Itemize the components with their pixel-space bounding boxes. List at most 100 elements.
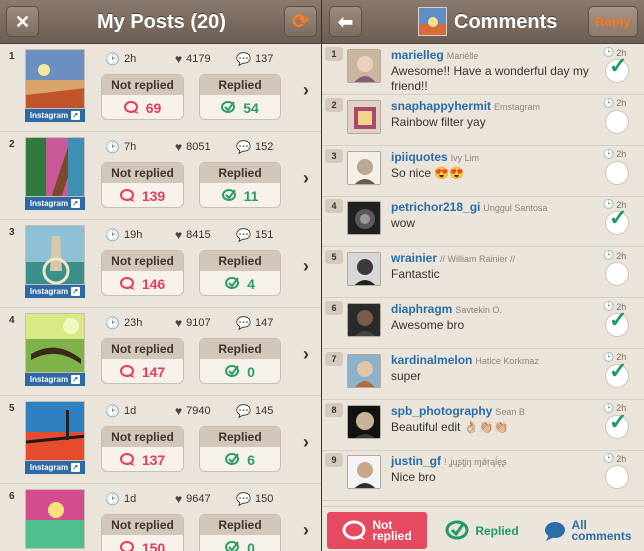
replied-label: Replied (200, 251, 280, 271)
chevron-right-icon[interactable]: › (303, 256, 309, 277)
comment-row[interactable]: 3 ipiiquotes Ivy Lim So nice 😍😍 🕑 2h (322, 146, 644, 197)
not-replied-card[interactable]: Not replied 137 (101, 426, 184, 472)
chevron-right-icon[interactable]: › (303, 520, 309, 541)
comment-username[interactable]: justin_gf! ʝųʂţįŋ ɱǿŗąĺęʂ (391, 454, 507, 468)
post-row[interactable]: 1 Instagram ➚ 🕑 2h ♥ 4179 💬 137 Not replied … (0, 44, 322, 132)
comment-username[interactable]: snaphappyhermit Emstagram (391, 99, 540, 113)
not-replied-card[interactable]: Not replied 69 (101, 74, 184, 120)
instagram-badge[interactable]: Instagram ➚ (25, 285, 85, 298)
reply-status-toggle[interactable]: ✓ (605, 205, 629, 236)
reply-status-toggle[interactable] (605, 160, 629, 185)
comment-username[interactable]: petrichor218_gi Unggul Santosa (391, 200, 547, 214)
username-text: kardinalmelon (391, 352, 473, 367)
comment-username[interactable]: ipiiquotes Ivy Lim (391, 150, 479, 164)
comment-row[interactable]: 1 marielleg Mariëlle Awesome!! Have a won… (322, 45, 644, 95)
post-thumbnail[interactable] (25, 49, 85, 109)
check-bubble-icon (221, 189, 236, 201)
tab-all-comments[interactable]: All comments (540, 512, 635, 549)
avatar[interactable] (347, 404, 381, 439)
reply-status-toggle[interactable]: ✓ (605, 307, 629, 337)
avatar[interactable] (347, 150, 381, 185)
avatar[interactable] (347, 455, 381, 490)
reply-status-toggle[interactable]: ✓ (605, 409, 629, 439)
back-button[interactable]: ⬅ (329, 6, 362, 37)
chevron-right-icon[interactable]: › (303, 344, 309, 365)
check-bubble-icon (221, 101, 236, 113)
post-thumbnail[interactable] (25, 225, 85, 285)
post-age: 🕑 2h (105, 53, 136, 65)
comment-row[interactable]: 9 justin_gf! ʝųʂţįŋ ɱǿŗąĺęʂ Nice bro 🕑 2h (322, 451, 644, 502)
username-text: snaphappyhermit (391, 98, 492, 113)
not-replied-label: Not replied (102, 427, 183, 447)
comment-row[interactable]: 2 snaphappyhermit Emstagram Rainbow filte… (322, 95, 644, 146)
not-replied-card[interactable]: Not replied 139 (101, 162, 184, 208)
post-likes: ♥ 8415 (175, 229, 211, 241)
post-thumbnail-image (26, 50, 84, 108)
not-replied-card[interactable]: Not replied 146 (101, 250, 184, 296)
not-replied-card[interactable]: Not replied 147 (101, 338, 184, 384)
comment-row[interactable]: 7 kardinalmelon Hatice Korkmaz super 🕑 2h … (322, 349, 644, 400)
tab-not-replied[interactable]: Not replied (327, 512, 427, 549)
comment-row[interactable]: 5 wrainier// William Rainier // Fantasti… (322, 248, 644, 299)
comment-username[interactable]: kardinalmelon Hatice Korkmaz (391, 353, 539, 367)
avatar[interactable] (347, 49, 381, 83)
replied-card[interactable]: Replied 0 (199, 338, 281, 384)
chevron-right-icon[interactable]: › (303, 432, 309, 453)
post-row[interactable]: 2 Instagram ➚ 🕑 7h ♥ 8051 💬 152 Not replied … (0, 132, 322, 220)
comment-row[interactable]: 4 petrichor218_gi Unggul Santosa wow 🕑 2h … (322, 197, 644, 248)
replied-card[interactable]: Replied 6 (199, 426, 281, 472)
instagram-badge[interactable]: Instagram ➚ (25, 109, 85, 122)
post-likes: ♥ 4179 (175, 53, 211, 65)
real-name: Ivy Lim (450, 152, 480, 163)
post-thumbnail[interactable] (25, 137, 85, 197)
comment-username[interactable]: marielleg Mariëlle (391, 48, 478, 62)
avatar[interactable] (347, 353, 381, 388)
avatar[interactable] (347, 252, 381, 287)
reply-status-toggle[interactable]: ✓ (605, 53, 629, 83)
replied-label: Replied (200, 427, 280, 447)
comment-text: Awesome bro (391, 318, 465, 332)
instagram-badge[interactable]: Instagram ➚ (25, 461, 85, 474)
not-replied-label: Not replied (102, 75, 183, 95)
comment-row[interactable]: 6 diaphragm Savtekin O. Awesome bro 🕑 2h ✓ (322, 299, 644, 349)
reply-status-toggle[interactable] (605, 262, 629, 287)
avatar[interactable] (347, 201, 381, 236)
instagram-badge[interactable]: Instagram ➚ (25, 373, 85, 386)
chevron-right-icon[interactable]: › (303, 168, 309, 189)
comment-number: 2 (325, 97, 343, 112)
replied-card[interactable]: Replied 54 (199, 74, 281, 120)
post-row[interactable]: 5 Instagram ➚ 🕑 1d ♥ 7940 💬 145 Not replied … (0, 396, 322, 484)
comment-row[interactable]: 8 spb_photography Sean B Beautiful edit 👌… (322, 400, 644, 451)
post-thumbnail[interactable] (25, 313, 85, 373)
reply-status-toggle[interactable] (605, 465, 629, 490)
not-replied-card[interactable]: Not replied 150 (101, 514, 184, 551)
instagram-badge[interactable]: Instagram ➚ (25, 197, 85, 210)
refresh-button[interactable]: ⟳ (284, 6, 317, 37)
check-bubble-icon (225, 277, 240, 289)
replied-card[interactable]: Replied 4 (199, 250, 281, 296)
chevron-right-icon[interactable]: › (303, 80, 309, 101)
share-arrow-icon: ➚ (71, 111, 81, 120)
post-thumbnail[interactable] (25, 401, 85, 461)
reply-status-toggle[interactable] (605, 109, 629, 134)
not-replied-label: Not replied (102, 163, 183, 183)
avatar[interactable] (347, 303, 381, 337)
post-number: 2 (9, 139, 15, 150)
avatar[interactable] (347, 99, 381, 134)
check-bubble-icon (225, 365, 240, 377)
comment-username[interactable]: spb_photography Sean B (391, 404, 525, 418)
replied-card[interactable]: Replied 0 (199, 514, 281, 551)
tab-replied[interactable]: Replied (442, 512, 522, 549)
post-row[interactable]: 6 🕑 1d ♥ 9647 💬 150 Not replied 150 Replied… (0, 484, 322, 551)
comment-username[interactable]: wrainier// William Rainier // (391, 251, 515, 265)
comment-username[interactable]: diaphragm Savtekin O. (391, 302, 502, 316)
replied-card[interactable]: Replied 11 (199, 162, 281, 208)
post-thumbnail[interactable] (25, 489, 85, 549)
reply-button[interactable]: Reply (588, 6, 638, 37)
close-button[interactable]: ✕ (6, 6, 39, 37)
replied-label: Replied (200, 515, 280, 535)
post-row[interactable]: 4 Instagram ➚ 🕑 23h ♥ 9107 💬 147 Not replied… (0, 308, 322, 396)
reply-status-toggle[interactable]: ✓ (605, 358, 629, 388)
real-name: Hatice Korkmaz (475, 355, 539, 366)
post-row[interactable]: 3 Instagram ➚ 🕑 19h ♥ 8415 💬 151 Not replied… (0, 220, 322, 308)
